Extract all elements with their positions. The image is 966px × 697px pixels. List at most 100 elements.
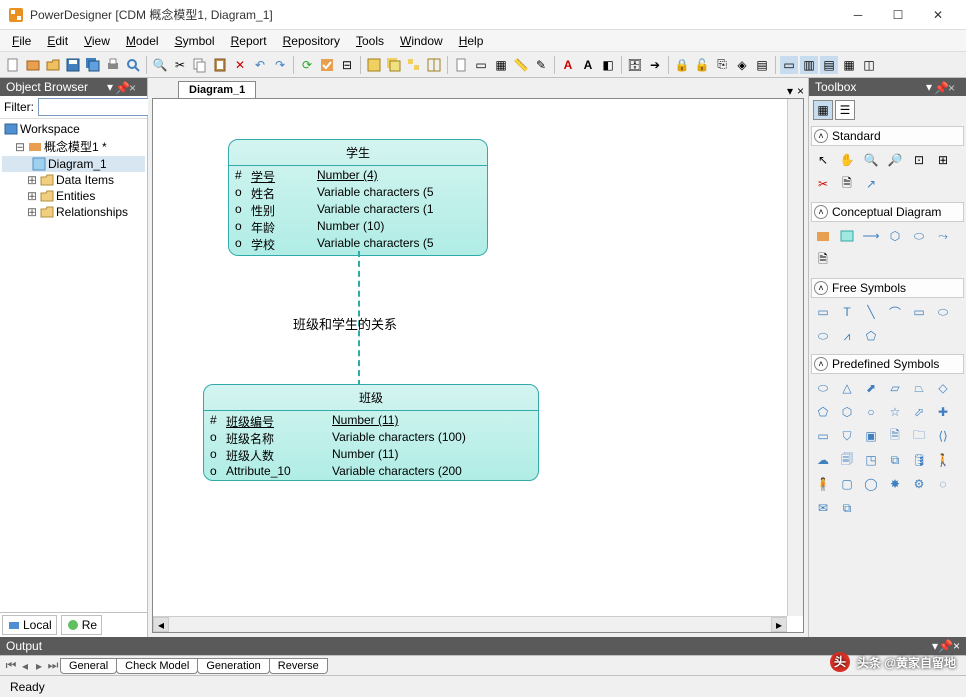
shape-cube-icon[interactable]: ◳ <box>861 450 881 470</box>
shape-callout-icon[interactable]: ◯ <box>861 474 881 494</box>
view1-icon[interactable]: ▭ <box>780 56 798 74</box>
tree-model[interactable]: ⊟ 概念模型1 * <box>2 137 145 156</box>
compare-icon[interactable]: ⊟ <box>338 56 356 74</box>
mode-grid-icon[interactable]: ▦ <box>813 100 833 120</box>
rect-icon[interactable]: ▭ <box>813 302 833 322</box>
shape-parallelogram-icon[interactable]: ▱ <box>885 378 905 398</box>
close-button[interactable]: ✕ <box>918 1 958 29</box>
browser-close-icon[interactable]: × <box>129 81 141 93</box>
zoom-fit-icon[interactable]: ⊡ <box>909 150 929 170</box>
tree-expand-icon[interactable]: ⊞ <box>26 173 38 187</box>
hand-icon[interactable]: ✋ <box>837 150 857 170</box>
shape-db-icon[interactable]: 🛢 <box>909 450 929 470</box>
output-tab-generation[interactable]: Generation <box>197 658 269 674</box>
tree-workspace[interactable]: Workspace <box>2 121 145 137</box>
tree-expand-icon[interactable]: ⊞ <box>26 205 38 219</box>
shape-cross-icon[interactable]: ✚ <box>933 402 953 422</box>
rounded-icon[interactable]: ⬭ <box>813 326 833 346</box>
toolbox-pin-icon[interactable]: 📌 <box>934 81 946 93</box>
copy-icon[interactable] <box>191 56 209 74</box>
text-icon[interactable]: T <box>837 302 857 322</box>
project-icon[interactable] <box>24 56 42 74</box>
view4-icon[interactable]: ▦ <box>840 56 858 74</box>
grid3-icon[interactable] <box>405 56 423 74</box>
shape-star-icon[interactable]: ☆ <box>885 402 905 422</box>
shape-person-icon[interactable]: 🚶 <box>933 450 953 470</box>
output-tab-check[interactable]: Check Model <box>116 658 198 674</box>
text-b-icon[interactable]: A <box>579 56 597 74</box>
ellipse-icon[interactable]: ⬭ <box>933 302 953 322</box>
grid2-icon[interactable] <box>385 56 403 74</box>
menu-symbol[interactable]: Symbol <box>167 32 223 50</box>
toolbox-close-icon[interactable]: × <box>948 81 960 93</box>
shape-ring-icon[interactable]: ◌ <box>933 474 953 494</box>
find-icon[interactable]: 🔍 <box>151 56 169 74</box>
menu-model[interactable]: Model <box>118 32 167 50</box>
delete-icon[interactable]: ✕ <box>231 56 249 74</box>
vertical-scrollbar[interactable] <box>787 99 803 616</box>
maximize-button[interactable]: ☐ <box>878 1 918 29</box>
diagram-tab[interactable]: Diagram_1 <box>178 81 256 98</box>
zoom-in-icon[interactable]: 🔍 <box>861 150 881 170</box>
shape-shield-icon[interactable]: ⛉ <box>837 426 857 446</box>
palette-icon[interactable]: ◧ <box>599 56 617 74</box>
shape-woman-icon[interactable]: 🧍 <box>813 474 833 494</box>
polyline-icon[interactable]: ⩘ <box>837 326 857 346</box>
entity-student[interactable]: 学生 #学号Number (4) o姓名Variable characters … <box>228 139 488 256</box>
misc2-icon[interactable]: ▤ <box>753 56 771 74</box>
check-icon[interactable] <box>318 56 336 74</box>
shape-doc-icon[interactable]: 🗎 <box>885 426 905 446</box>
browser-pin-icon[interactable]: 📌 <box>115 81 127 93</box>
tree-dataitems[interactable]: ⊞ Data Items <box>2 172 145 188</box>
browser-tab-local[interactable]: Local <box>2 615 57 635</box>
tree-diagram[interactable]: Diagram_1 <box>2 156 145 172</box>
layout1-icon[interactable]: ▭ <box>472 56 490 74</box>
zoom-out-icon[interactable]: 🔎 <box>885 150 905 170</box>
horizontal-scrollbar[interactable]: ◂▸ <box>153 616 787 632</box>
shape-burst-icon[interactable]: ✸ <box>885 474 905 494</box>
tab-nav-last-icon[interactable]: ⏭ <box>46 658 60 673</box>
shape-pentagon-icon[interactable]: ⬠ <box>813 402 833 422</box>
menu-report[interactable]: Report <box>223 32 275 50</box>
ruler-icon[interactable]: 📏 <box>512 56 530 74</box>
minimize-button[interactable]: ─ <box>838 1 878 29</box>
entity-tool-icon[interactable] <box>837 226 857 246</box>
shape-frame-icon[interactable]: ▣ <box>861 426 881 446</box>
tab-menu-icon[interactable]: ▾ <box>787 84 793 98</box>
menu-view[interactable]: View <box>76 32 118 50</box>
pencil-icon[interactable]: ✎ <box>532 56 550 74</box>
object-tree[interactable]: Workspace ⊟ 概念模型1 * Diagram_1 ⊞ Data Ite… <box>0 119 147 612</box>
tree-expand-icon[interactable]: ⊞ <box>26 189 38 203</box>
entity-class[interactable]: 班级 #班级编号Number (11) o班级名称Variable charac… <box>203 384 539 481</box>
new-icon[interactable] <box>4 56 22 74</box>
menu-tools[interactable]: Tools <box>348 32 392 50</box>
menu-help[interactable]: Help <box>451 32 492 50</box>
grid4-icon[interactable] <box>425 56 443 74</box>
shape-stack-icon[interactable]: ⧉ <box>837 498 857 518</box>
cut-icon[interactable]: ✂ <box>171 56 189 74</box>
section-header[interactable]: ˄Conceptual Diagram <box>811 202 964 222</box>
shape-hexagon-icon[interactable]: ⬡ <box>837 402 857 422</box>
shape-cubes-icon[interactable]: ⧉ <box>885 450 905 470</box>
toolbox-dropdown-icon[interactable]: ▾ <box>926 80 932 94</box>
lock2-icon[interactable]: 🔓 <box>693 56 711 74</box>
shape-multidoc-icon[interactable]: 🗐 <box>837 450 857 470</box>
arc-icon[interactable]: ⌒ <box>885 302 905 322</box>
save-icon[interactable] <box>64 56 82 74</box>
link-icon[interactable]: ↗ <box>861 174 881 194</box>
print-icon[interactable] <box>104 56 122 74</box>
tab-nav-first-icon[interactable]: ⏮ <box>4 658 18 673</box>
menu-window[interactable]: Window <box>392 32 451 50</box>
shape-triangle-icon[interactable]: △ <box>837 378 857 398</box>
section-header[interactable]: ˄Predefined Symbols <box>811 354 964 374</box>
diagram-canvas[interactable]: 学生 #学号Number (4) o姓名Variable characters … <box>152 98 804 633</box>
mode-list-icon[interactable]: ☰ <box>835 100 855 120</box>
db-icon[interactable]: 🗄 <box>626 56 644 74</box>
misc1-icon[interactable]: ◈ <box>733 56 751 74</box>
shape-envelope-icon[interactable]: ✉ <box>813 498 833 518</box>
refresh-icon[interactable]: ⟳ <box>298 56 316 74</box>
output-tab-reverse[interactable]: Reverse <box>269 658 328 674</box>
preview-icon[interactable] <box>124 56 142 74</box>
inheritance-icon[interactable]: ⬡ <box>885 226 905 246</box>
paste-icon[interactable] <box>211 56 229 74</box>
